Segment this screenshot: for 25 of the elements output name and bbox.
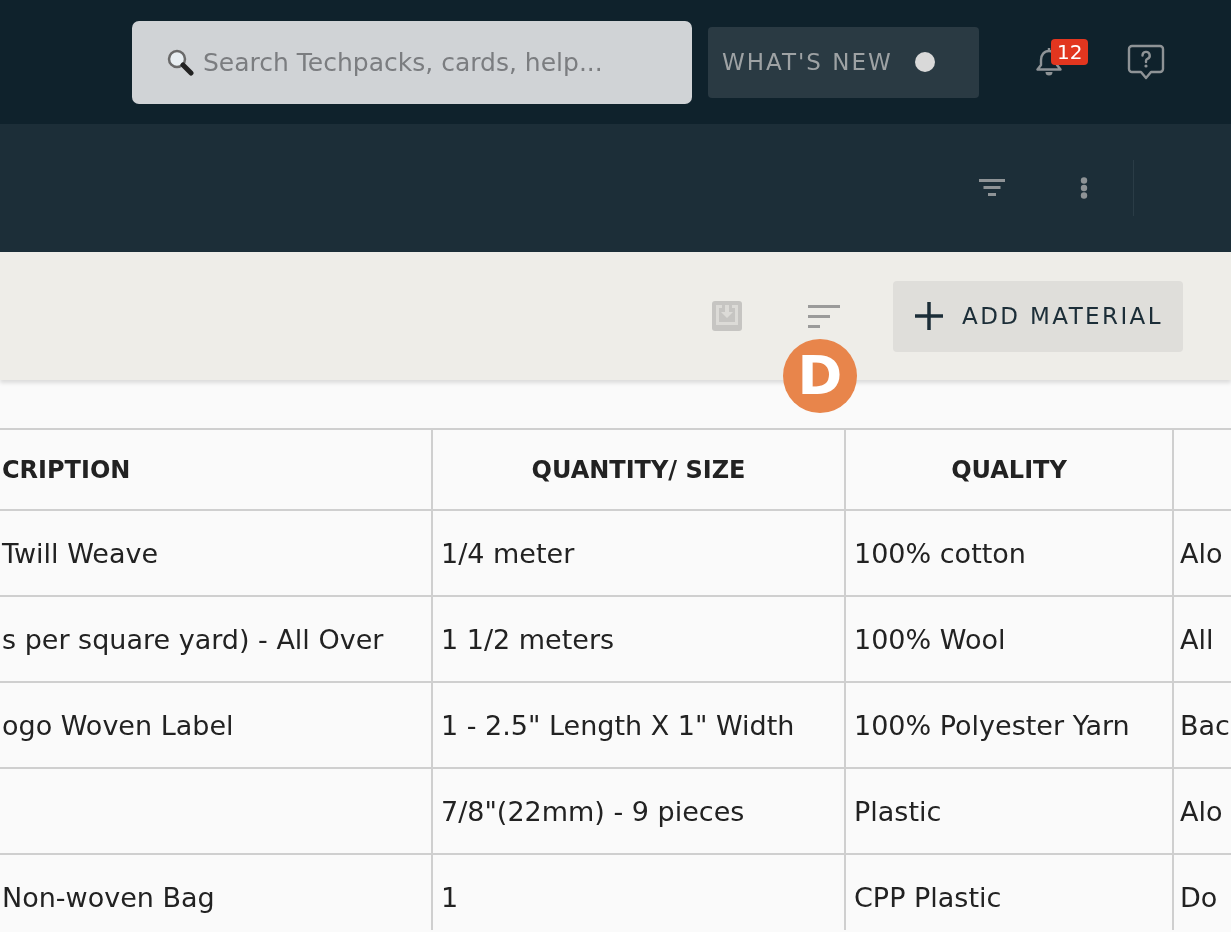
table-cell: s per square yard) - All Over	[0, 596, 432, 682]
table-cell: 100% Wool	[845, 596, 1173, 682]
filter-icon[interactable]	[979, 179, 1005, 197]
table-cell: Do	[1173, 854, 1231, 930]
notification-badge: 12	[1051, 39, 1089, 65]
more-options-icon[interactable]	[1080, 177, 1088, 199]
column-header: QUALITY	[845, 429, 1173, 510]
table-cell: 100% cotton	[845, 510, 1173, 596]
plus-icon	[915, 302, 943, 330]
search-icon	[166, 47, 194, 76]
table-cell: 1 1/2 meters	[432, 596, 845, 682]
column-header: CRIPTION	[0, 429, 432, 510]
table-cell: 100% Polyester Yarn	[845, 682, 1173, 768]
help-icon[interactable]	[1127, 44, 1165, 80]
table-cell: ogo Woven Label	[0, 682, 432, 768]
table-cell: 1 - 2.5" Length X 1" Width	[432, 682, 845, 768]
add-material-button[interactable]: ADD MATERIAL	[893, 280, 1183, 352]
table-cell: 1/4 meter	[432, 510, 845, 596]
column-header: QUANTITY/ SIZE	[432, 429, 845, 510]
table-cell: Plastic	[845, 768, 1173, 854]
table-cell: Twill Weave	[0, 510, 432, 596]
table-cell: 7/8"(22mm) - 9 pieces	[432, 768, 845, 854]
search-field[interactable]: Search Techpacks, cards, help...	[132, 20, 692, 104]
letter-badge[interactable]: D	[783, 339, 857, 413]
whats-new-button[interactable]: WHAT'S NEW	[708, 26, 979, 98]
